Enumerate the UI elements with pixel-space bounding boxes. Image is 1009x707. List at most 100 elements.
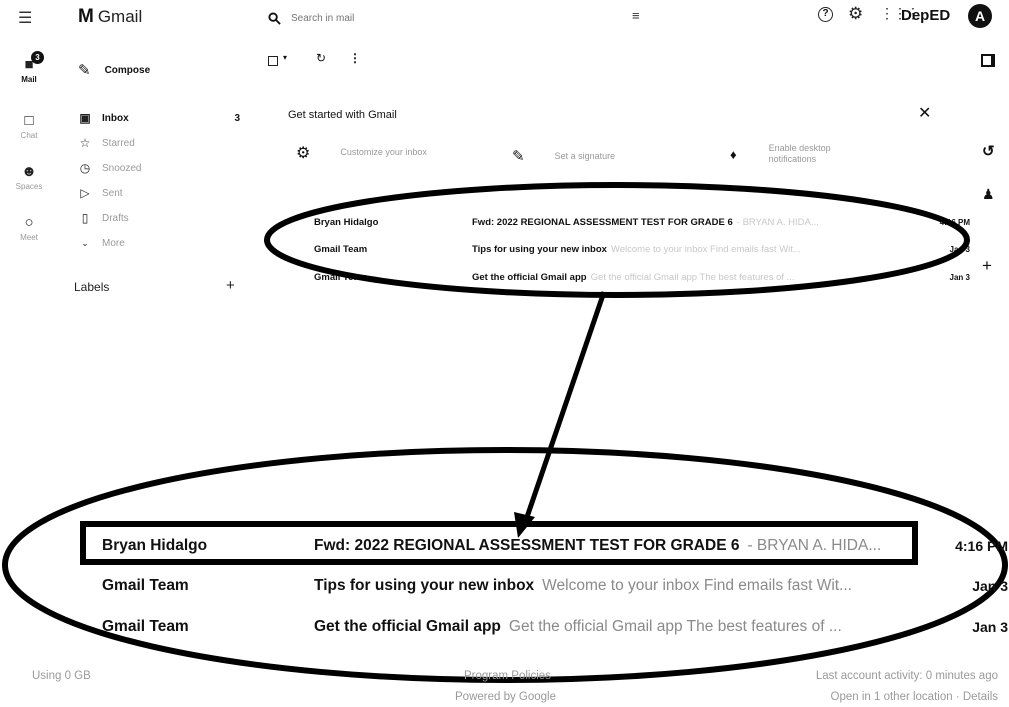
- email-date: 4:16 PM: [939, 217, 970, 227]
- email-date: Jan 3: [972, 578, 1008, 594]
- email-subject: Fwd: 2022 REGIONAL ASSESSMENT TEST FOR G…: [472, 216, 733, 228]
- spaces-icon: ☻: [21, 163, 37, 180]
- sidebar-item-inbox[interactable]: ▣ Inbox 3: [78, 109, 240, 127]
- search-options-icon[interactable]: ≡: [632, 8, 640, 23]
- main-menu-icon[interactable]: ☰: [18, 8, 32, 28]
- chat-icon: □: [24, 112, 34, 129]
- email-row[interactable]: Gmail Team Tips for using your new inbox…: [314, 238, 970, 260]
- email-sender: Gmail Team: [314, 243, 368, 255]
- details-link[interactable]: Open in 1 other location · Details: [831, 691, 998, 703]
- sidebar-item-starred[interactable]: ☆ Starred: [78, 134, 240, 152]
- email-date: 4:16 PM: [955, 538, 1008, 554]
- rail-chat-label: Chat: [20, 131, 38, 140]
- gmail-logo[interactable]: M Gmail: [78, 6, 142, 28]
- avatar[interactable]: A: [968, 4, 992, 28]
- highlight-ellipse-large: [2, 447, 1008, 683]
- refresh-icon[interactable]: ↻: [316, 51, 326, 65]
- customize-inbox-item[interactable]: ⚙ Customize your inbox: [296, 143, 446, 163]
- email-sender: Gmail Team: [102, 618, 189, 635]
- last-activity: Last account activity: 0 minutes ago: [815, 670, 998, 682]
- contacts-icon[interactable]: ♟: [982, 186, 995, 203]
- get-addons-icon[interactable]: +: [982, 256, 992, 276]
- draft-icon: ▯: [81, 211, 89, 225]
- deped-logo: DepED: [901, 7, 951, 24]
- email-row-zoomed[interactable]: Bryan Hidalgo Fwd: 2022 REGIONAL ASSESSM…: [88, 528, 1008, 564]
- sidebar-item-label: Starred: [102, 137, 135, 149]
- select-dropdown-icon[interactable]: ▾: [283, 53, 287, 62]
- powered-by: Powered by Google: [455, 691, 557, 703]
- customize-inbox-label: Customize your inbox: [340, 147, 427, 158]
- search-icon[interactable]: [268, 11, 281, 25]
- tasks-icon[interactable]: ↺: [982, 142, 995, 160]
- send-icon: ▷: [80, 186, 90, 200]
- email-subject: Fwd: 2022 REGIONAL ASSESSMENT TEST FOR G…: [314, 537, 740, 554]
- star-icon: ☆: [79, 136, 91, 150]
- sidebar-item-more[interactable]: ⌄ More: [78, 234, 240, 252]
- support-icon[interactable]: ?: [818, 7, 833, 22]
- sidepanel-toggle-icon[interactable]: [981, 54, 995, 67]
- enable-notifications-label: Enable desktop notifications: [768, 143, 831, 165]
- pencil-icon: ✎: [78, 62, 91, 79]
- sidebar-item-snoozed[interactable]: ◷ Snoozed: [78, 159, 240, 177]
- close-icon[interactable]: ✕: [918, 103, 931, 123]
- email-subject: Tips for using your new inbox: [314, 577, 535, 594]
- program-policies-link[interactable]: Program Policies: [464, 670, 551, 682]
- inbox-count: 3: [234, 112, 240, 124]
- labels-heading: Labels: [74, 280, 110, 294]
- email-row-zoomed[interactable]: Gmail Team Get the official Gmail app Ge…: [88, 609, 1008, 645]
- sidebar-item-label: Drafts: [102, 212, 129, 224]
- email-snippet: Welcome to your inbox Find emails fast W…: [610, 243, 801, 255]
- email-sender: Gmail Team: [102, 577, 189, 594]
- email-row[interactable]: Bryan Hidalgo Fwd: 2022 REGIONAL ASSESSM…: [314, 211, 970, 233]
- annotation-arrow: [523, 291, 607, 521]
- rail-spaces[interactable]: ☻ Spaces: [4, 163, 54, 191]
- chevron-down-icon: ⌄: [81, 237, 89, 248]
- search-input[interactable]: [291, 12, 491, 24]
- rail-spaces-label: Spaces: [15, 182, 43, 191]
- email-subject: Get the official Gmail app: [472, 271, 587, 283]
- gear-icon: ⚙: [296, 145, 311, 162]
- email-subject: Get the official Gmail app: [314, 618, 501, 635]
- storage-usage: Using 0 GB: [32, 670, 91, 682]
- rail-mail-label: Mail: [21, 75, 37, 84]
- email-snippet: Welcome to your inbox Find emails fast W…: [542, 577, 852, 594]
- settings-gear-icon[interactable]: ⚙: [848, 4, 863, 24]
- rail-meet[interactable]: ○ Meet: [4, 214, 54, 242]
- sidebar-item-label: Snoozed: [102, 162, 142, 174]
- sidebar-item-label: More: [102, 237, 125, 249]
- app-name: Gmail: [97, 7, 143, 26]
- bell-icon: ♦: [730, 146, 737, 162]
- sidebar-item-label: Sent: [102, 187, 123, 199]
- search-box[interactable]: [268, 8, 668, 28]
- email-snippet: Get the official Gmail app The best feat…: [508, 618, 842, 635]
- rail-mail[interactable]: ■ 3 Mail: [4, 51, 54, 84]
- gmail-m-icon: M: [78, 6, 94, 27]
- set-signature-item[interactable]: ✎ Set a signature: [512, 147, 615, 165]
- email-sender: Gmail Team: [314, 271, 368, 283]
- clock-icon: ◷: [79, 161, 91, 175]
- compose-button[interactable]: ✎ Compose: [78, 61, 150, 79]
- enable-notifications-item[interactable]: ♦ Enable desktop notifications: [730, 143, 861, 166]
- email-sender: Bryan Hidalgo: [314, 216, 379, 228]
- get-started-title: Get started with Gmail: [288, 109, 397, 121]
- mail-icon: ■ 3: [4, 51, 54, 73]
- meet-icon: ○: [24, 214, 34, 231]
- inbox-icon: ▣: [79, 111, 91, 125]
- more-options-icon[interactable]: ⋮: [349, 51, 361, 65]
- email-date: Jan 3: [972, 619, 1008, 635]
- email-subject: Tips for using your new inbox: [472, 243, 607, 255]
- sidebar-item-sent[interactable]: ▷ Sent: [78, 184, 240, 202]
- sidebar-item-label: Inbox: [102, 112, 129, 124]
- email-sender: Bryan Hidalgo: [102, 537, 208, 554]
- email-row-zoomed[interactable]: Gmail Team Tips for using your new inbox…: [88, 568, 1008, 604]
- sidebar-item-drafts[interactable]: ▯ Drafts: [78, 209, 240, 227]
- set-signature-label: Set a signature: [554, 151, 616, 161]
- pen-icon: ✎: [512, 148, 525, 165]
- email-snippet: - BRYAN A. HIDA...: [747, 537, 882, 554]
- email-snippet: Get the official Gmail app The best feat…: [590, 271, 795, 283]
- rail-chat[interactable]: □ Chat: [4, 112, 54, 140]
- email-row[interactable]: Gmail Team Get the official Gmail app Ge…: [314, 266, 970, 288]
- add-label-icon[interactable]: +: [226, 277, 235, 294]
- email-date: Jan 3: [949, 244, 970, 254]
- select-all-checkbox[interactable]: [268, 56, 278, 66]
